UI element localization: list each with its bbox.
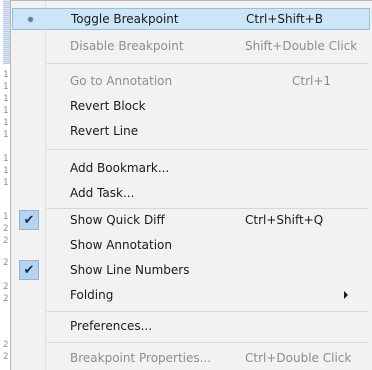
menu-item-shortcut: Ctrl+Shift+Q bbox=[245, 213, 324, 227]
menu-item-label: Go to Annotation bbox=[70, 74, 173, 88]
breakpoint-dot-icon bbox=[13, 9, 47, 29]
menu-item-breakpoint-properties[interactable]: Breakpoint Properties... Ctrl+Double Cli… bbox=[12, 347, 370, 369]
menu-item-preferences[interactable]: Preferences... bbox=[12, 315, 370, 337]
line-number: 2 bbox=[3, 294, 9, 304]
menu-item-shortcut: Ctrl+Shift+B bbox=[246, 12, 323, 26]
line-number: 2 bbox=[3, 224, 9, 234]
menu-item-toggle-breakpoint[interactable]: Toggle Breakpoint Ctrl+Shift+B bbox=[12, 8, 370, 30]
line-number: 1 bbox=[3, 82, 9, 92]
menu-item-add-bookmark[interactable]: Add Bookmark... bbox=[12, 157, 370, 179]
line-number: 1 bbox=[3, 70, 9, 80]
menu-item-revert-block[interactable]: Revert Block bbox=[12, 95, 370, 117]
menu-item-shortcut: Ctrl+Double Click bbox=[245, 351, 352, 365]
menu-item-shortcut: Shift+Double Click bbox=[245, 39, 358, 53]
menu-item-label: Preferences... bbox=[70, 319, 153, 333]
line-number: 1 bbox=[3, 118, 9, 128]
menu-item-show-line-numbers[interactable]: ✔ Show Line Numbers bbox=[12, 259, 370, 281]
menu-separator bbox=[47, 311, 368, 312]
submenu-arrow-icon bbox=[344, 291, 348, 299]
line-number: 1 bbox=[3, 212, 9, 222]
menu-item-show-quick-diff[interactable]: ✔ Show Quick Diff Ctrl+Shift+Q bbox=[12, 209, 370, 231]
menu-item-label: Revert Block bbox=[70, 99, 146, 113]
line-number: 1 bbox=[3, 106, 9, 116]
line-number: 2 bbox=[3, 236, 9, 246]
line-number: 2 bbox=[3, 258, 9, 268]
menu-separator bbox=[47, 149, 368, 150]
menu-item-label: Show Line Numbers bbox=[70, 263, 190, 277]
menu-item-revert-line[interactable]: Revert Line bbox=[12, 120, 370, 142]
line-number: 2 bbox=[3, 282, 9, 292]
line-number: 1 bbox=[3, 166, 9, 176]
menu-item-go-to-annotation[interactable]: Go to Annotation Ctrl+1 bbox=[12, 70, 370, 92]
menu-separator bbox=[47, 63, 368, 64]
menu-item-label: Disable Breakpoint bbox=[70, 39, 184, 53]
menu-item-label: Add Bookmark... bbox=[70, 161, 170, 175]
line-number: 1 bbox=[3, 130, 9, 140]
menu-item-label: Toggle Breakpoint bbox=[71, 12, 179, 26]
menu-item-add-task[interactable]: Add Task... bbox=[12, 182, 370, 204]
checkmark-icon: ✔ bbox=[12, 209, 46, 231]
line-number: 1 bbox=[3, 94, 9, 104]
menu-item-label: Show Quick Diff bbox=[70, 213, 165, 227]
menu-item-shortcut: Ctrl+1 bbox=[292, 74, 332, 88]
line-number: 1 bbox=[3, 178, 9, 188]
line-number: 2 bbox=[3, 352, 9, 362]
menu-item-folding[interactable]: Folding bbox=[12, 284, 370, 306]
line-number: 1 bbox=[3, 154, 9, 164]
menu-item-label: Folding bbox=[70, 288, 114, 302]
menu-item-label: Revert Line bbox=[70, 124, 139, 138]
menu-item-show-annotation[interactable]: Show Annotation bbox=[12, 234, 370, 256]
menu-item-label: Show Annotation bbox=[70, 238, 172, 252]
checkmark-icon: ✔ bbox=[12, 259, 46, 281]
line-number: 2 bbox=[3, 340, 9, 350]
menu-item-label: Add Task... bbox=[70, 186, 135, 200]
menu-item-disable-breakpoint[interactable]: Disable Breakpoint Shift+Double Click bbox=[12, 35, 370, 57]
menu-separator bbox=[47, 342, 368, 343]
context-menu: Toggle Breakpoint Ctrl+Shift+B Disable B… bbox=[10, 0, 372, 370]
menu-item-label: Breakpoint Properties... bbox=[70, 351, 212, 365]
